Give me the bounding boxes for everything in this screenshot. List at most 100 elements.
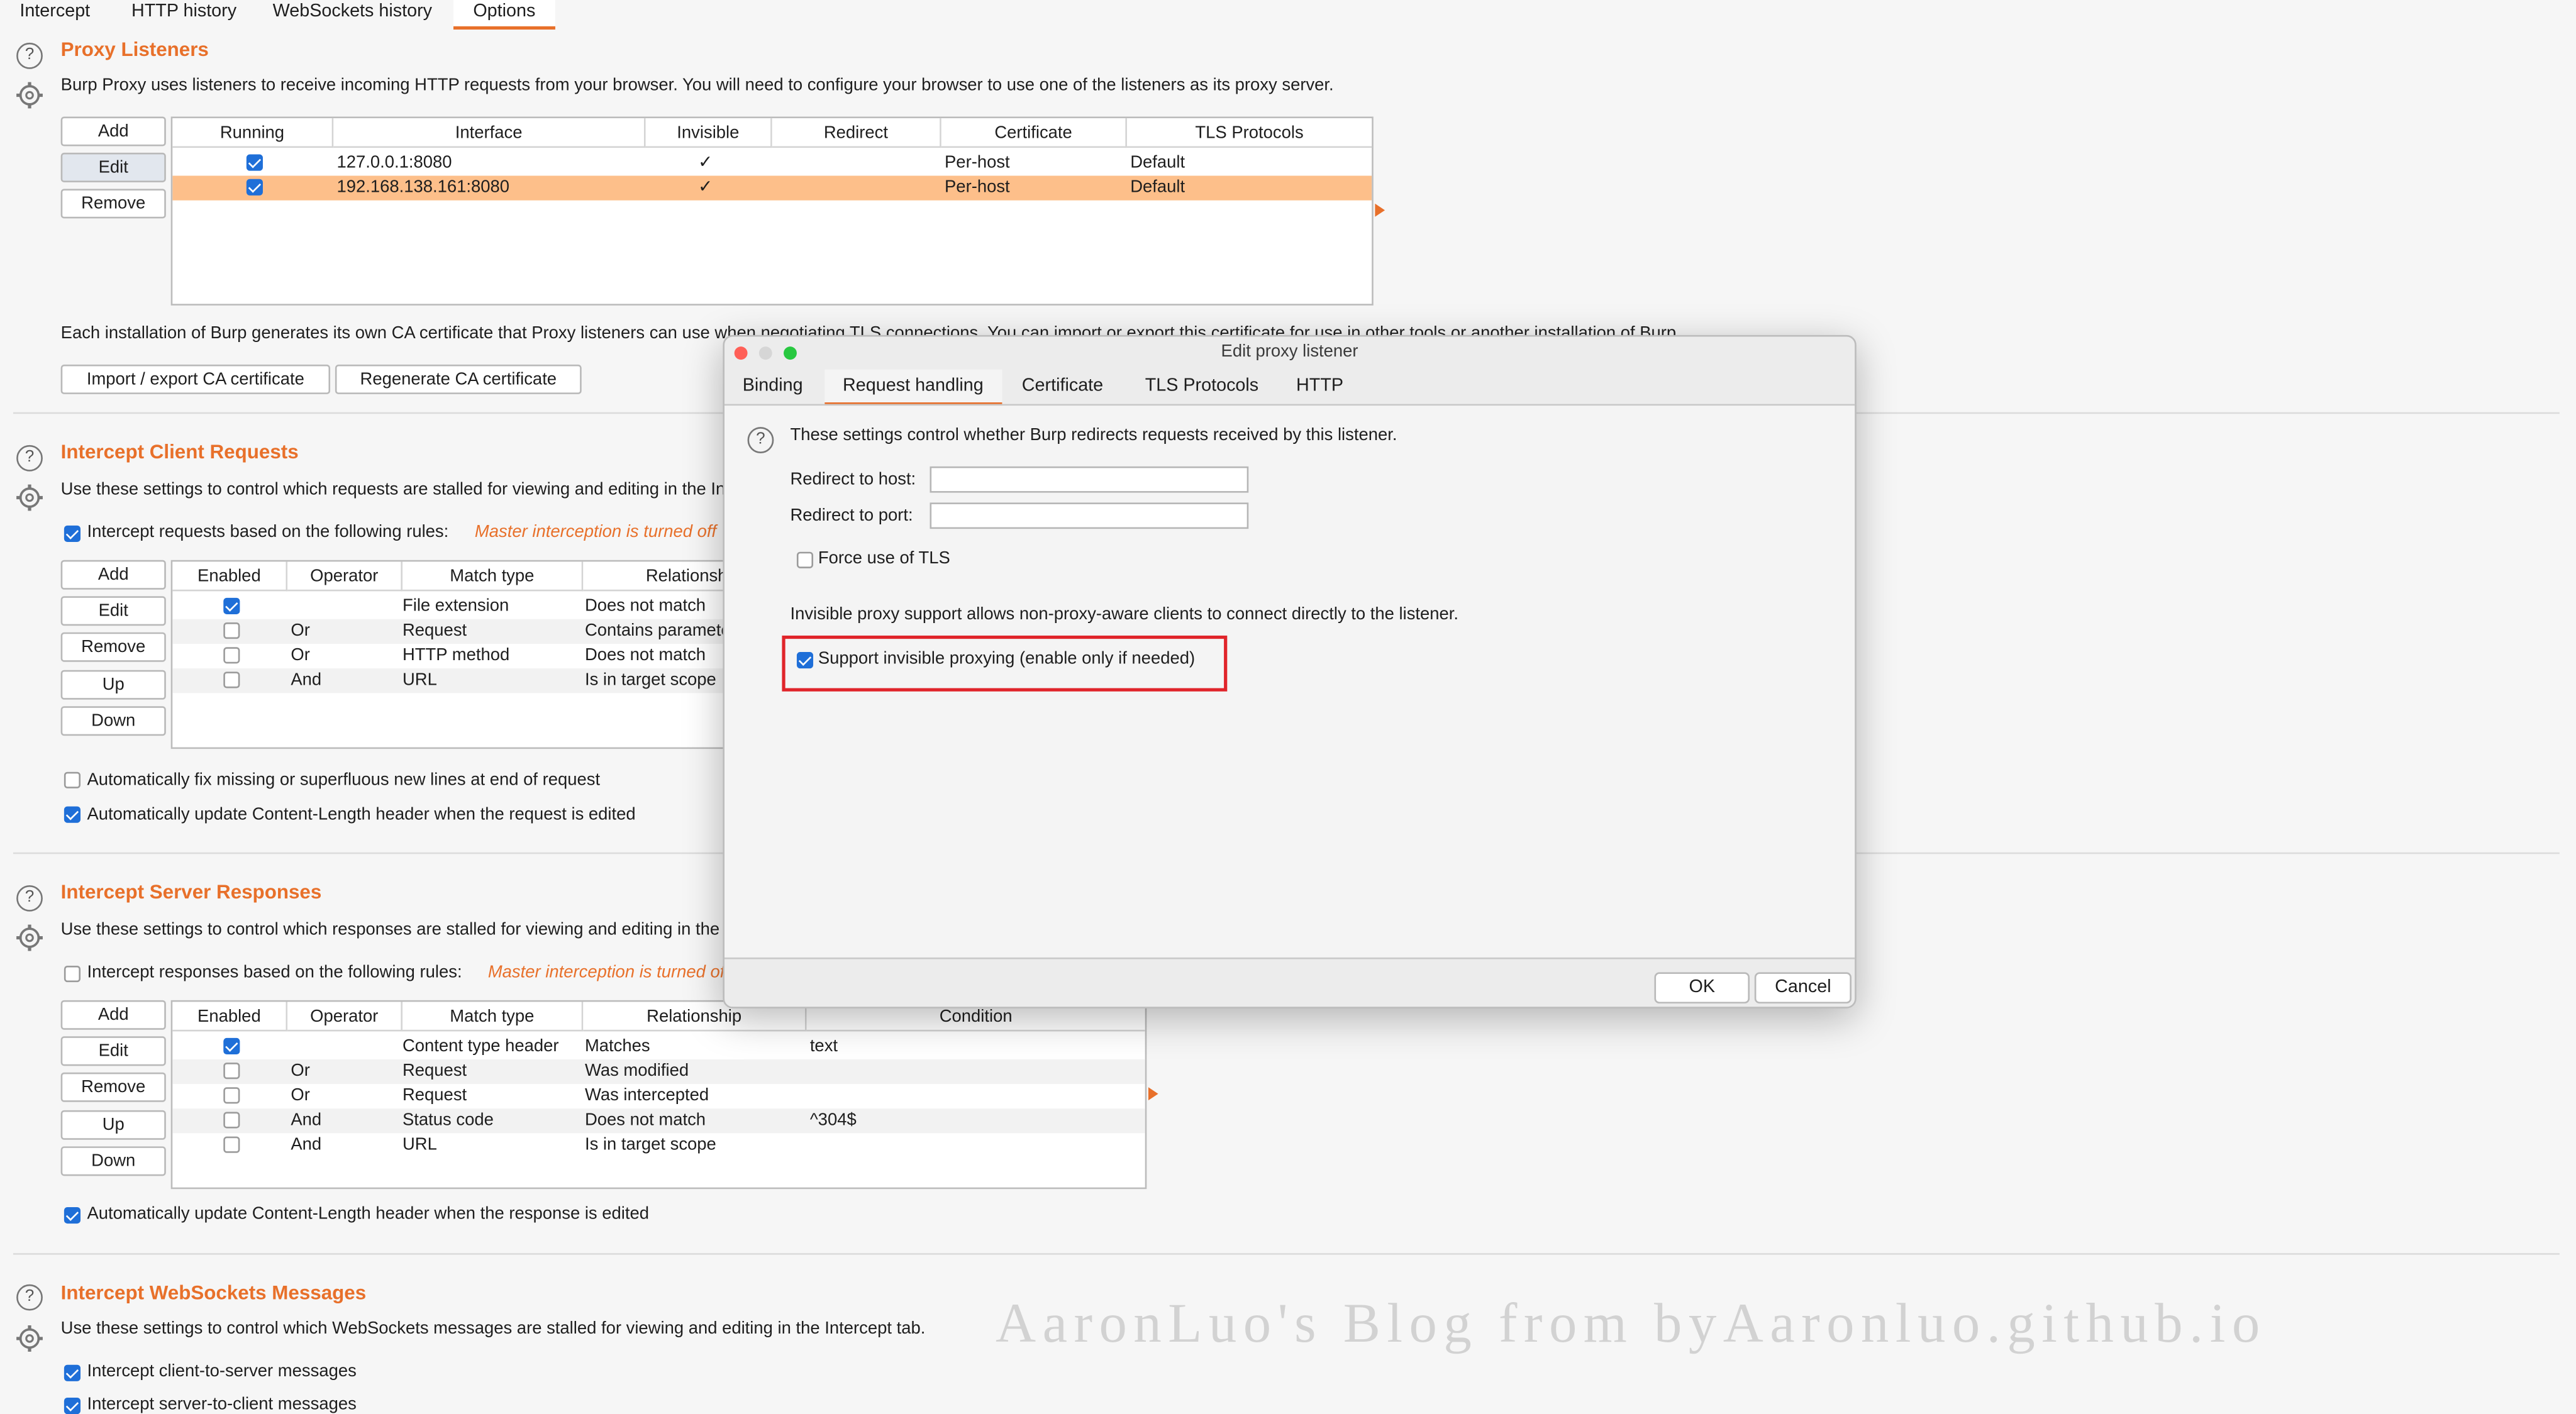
match-type-cell: Request [402, 1085, 467, 1106]
redirect-port-input[interactable] [930, 502, 1249, 529]
column-header[interactable]: TLS Protocols [1126, 118, 1372, 148]
client-to-server-label: Intercept client-to-server messages [87, 1361, 357, 1381]
enabled-checkbox[interactable] [223, 1063, 240, 1080]
relationship-cell: Is in target scope [584, 1135, 716, 1155]
request-rule-down-button[interactable]: Down [60, 706, 166, 736]
column-header[interactable]: Certificate [941, 118, 1127, 148]
table-row[interactable]: Content type header Matches text [172, 1035, 1145, 1059]
column-header[interactable]: Interface [333, 118, 646, 148]
operator-cell: And [291, 1135, 322, 1155]
response-rule-add-button[interactable]: Add [60, 1000, 166, 1030]
enabled-checkbox[interactable] [223, 671, 240, 688]
expand-arrow-icon[interactable] [1148, 1087, 1158, 1101]
enabled-checkbox[interactable] [223, 647, 240, 664]
column-header[interactable]: Enabled [172, 561, 288, 592]
gear-icon[interactable] [15, 483, 45, 512]
expand-arrow-icon[interactable] [1375, 203, 1385, 217]
intercept-responses-label: Intercept responses based on the followi… [87, 962, 462, 983]
listener-edit-button[interactable]: Edit [60, 152, 166, 182]
server-to-client-checkbox[interactable] [64, 1397, 80, 1414]
force-tls-checkbox[interactable] [796, 551, 814, 568]
response-rule-up-button[interactable]: Up [60, 1110, 166, 1140]
update-content-length-response-checkbox[interactable] [64, 1207, 80, 1224]
column-header[interactable]: Operator [287, 1002, 402, 1032]
help-icon[interactable]: ? [16, 445, 43, 472]
column-header[interactable]: Match type [402, 1002, 584, 1032]
intercept-responses-checkbox[interactable] [64, 965, 80, 983]
table-row[interactable]: And Status code Does not match ^304$ [172, 1108, 1145, 1134]
listener-remove-button[interactable]: Remove [60, 189, 166, 219]
relationship-cell: Matches [584, 1036, 650, 1056]
help-icon[interactable]: ? [747, 427, 774, 453]
import-export-ca-button[interactable]: Import / export CA certificate [60, 364, 331, 394]
enabled-checkbox[interactable] [223, 1087, 240, 1104]
enabled-checkbox[interactable] [223, 1136, 240, 1153]
relationship-cell: Does not match [584, 645, 706, 665]
enabled-checkbox[interactable] [223, 1112, 240, 1129]
tls-cell: Default [1130, 152, 1185, 173]
tab-http-history[interactable]: HTTP history [112, 0, 257, 26]
tab-certificate[interactable]: Certificate [1004, 370, 1121, 402]
cancel-button[interactable]: Cancel [1754, 972, 1852, 1004]
ok-button[interactable]: OK [1654, 972, 1750, 1004]
fix-newlines-checkbox[interactable] [64, 771, 80, 788]
request-rule-remove-button[interactable]: Remove [60, 632, 166, 662]
column-header[interactable]: Operator [287, 561, 402, 592]
listeners-table[interactable]: Running Interface Invisible Redirect Cer… [170, 116, 1374, 306]
column-header[interactable]: Redirect [772, 118, 941, 148]
column-header[interactable]: Running [172, 118, 334, 148]
response-rule-remove-button[interactable]: Remove [60, 1072, 166, 1102]
running-checkbox[interactable] [246, 179, 263, 196]
relationship-cell: Does not match [584, 1110, 706, 1130]
table-row-selected[interactable]: 192.168.138.161:8080 ✓ Per-host Default [172, 175, 1372, 201]
response-rules-table[interactable]: Enabled Operator Match type Relationship… [170, 1000, 1147, 1190]
table-row[interactable]: Or Request Was intercepted [172, 1084, 1145, 1108]
invisible-proxy-info: Invisible proxy support allows non-proxy… [790, 604, 1459, 624]
response-rule-edit-button[interactable]: Edit [60, 1036, 166, 1066]
request-rule-add-button[interactable]: Add [60, 560, 166, 590]
listener-add-button[interactable]: Add [60, 116, 166, 146]
interface-cell: 192.168.138.161:8080 [336, 177, 510, 197]
intercept-client-description: Use these settings to control which requ… [60, 479, 812, 500]
table-row[interactable]: And URL Is in target scope [172, 1133, 1145, 1157]
enabled-checkbox[interactable] [223, 597, 240, 614]
gear-icon[interactable] [15, 80, 45, 110]
client-to-server-checkbox[interactable] [64, 1364, 80, 1381]
match-type-cell: Request [402, 621, 467, 641]
column-header[interactable]: Enabled [172, 1002, 288, 1032]
force-tls-label: Force use of TLS [818, 548, 950, 568]
request-rule-up-button[interactable]: Up [60, 670, 166, 700]
help-icon[interactable]: ? [16, 1284, 43, 1311]
tab-request-handling[interactable]: Request handling [824, 369, 1002, 406]
intercept-requests-checkbox[interactable] [64, 525, 80, 543]
table-row[interactable]: Or Request Was modified [172, 1059, 1145, 1085]
proxy-listeners-title: Proxy Listeners [60, 38, 209, 61]
response-rule-down-button[interactable]: Down [60, 1146, 166, 1176]
tab-http[interactable]: HTTP [1278, 370, 1362, 402]
tab-websockets-history[interactable]: WebSockets history [253, 0, 452, 26]
request-rule-edit-button[interactable]: Edit [60, 596, 166, 626]
enabled-checkbox[interactable] [223, 1037, 240, 1055]
help-icon[interactable]: ? [16, 42, 43, 69]
master-interception-note: Master interception is turned off [474, 522, 717, 543]
condition-cell: ^304$ [809, 1110, 857, 1130]
tab-intercept[interactable]: Intercept [0, 0, 110, 26]
table-row[interactable]: 127.0.0.1:8080 ✓ Per-host Default [172, 151, 1372, 175]
tab-options[interactable]: Options [453, 0, 555, 30]
match-type-cell: Content type header [402, 1036, 559, 1056]
enabled-checkbox[interactable] [223, 622, 240, 639]
help-icon[interactable]: ? [16, 885, 43, 912]
redirect-help-text: These settings control whether Burp redi… [790, 425, 1397, 445]
gear-icon[interactable] [15, 1323, 45, 1353]
column-header[interactable]: Match type [402, 561, 584, 592]
gear-icon[interactable] [15, 923, 45, 953]
regenerate-ca-button[interactable]: Regenerate CA certificate [335, 364, 582, 394]
update-content-length-request-checkbox[interactable] [64, 806, 80, 823]
running-checkbox[interactable] [246, 154, 263, 171]
intercept-server-description: Use these settings to control which resp… [60, 919, 825, 940]
column-header[interactable]: Invisible [645, 118, 772, 148]
redirect-host-input[interactable] [930, 466, 1249, 493]
support-invisible-proxying-checkbox[interactable] [796, 652, 814, 669]
tab-tls-protocols[interactable]: TLS Protocols [1127, 370, 1277, 402]
tab-binding[interactable]: Binding [724, 370, 821, 402]
